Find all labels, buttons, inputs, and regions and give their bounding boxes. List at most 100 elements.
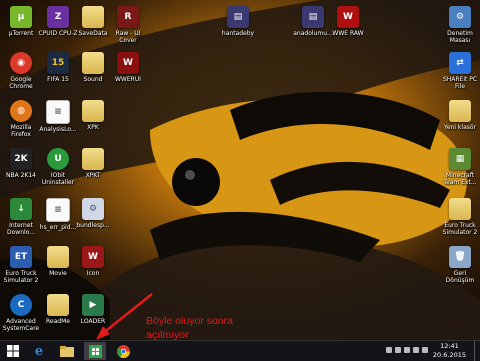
folder-glyph: [449, 100, 471, 122]
clock-time: 12:41: [440, 342, 459, 350]
tray-volume-icon[interactable]: [422, 347, 428, 353]
utorrent-glyph: µ: [10, 6, 32, 28]
icon-label: Sound: [83, 76, 103, 83]
document-glyph: ≡: [46, 100, 70, 124]
control-panel-icon[interactable]: ⚙ Denetim Masası: [442, 6, 478, 44]
firefox-icon[interactable]: ◍ Mozilla Firefox: [3, 100, 39, 138]
icon-label: Yeni klasör: [443, 124, 477, 131]
icon-label: Euro Truck Simulator 2: [3, 270, 39, 284]
savedata-folder-icon[interactable]: SaveData: [75, 6, 111, 37]
document-glyph: ▤: [227, 6, 249, 28]
icon-label: bundlesp...: [76, 222, 110, 229]
wwe-glyph: W: [337, 6, 359, 28]
folder-glyph: [82, 6, 104, 28]
wwe-raw-icon[interactable]: W WWE RAW: [330, 6, 366, 37]
trash-icon: 🗑: [449, 246, 471, 268]
folder-glyph: [82, 100, 104, 122]
tray-up-arrow-icon[interactable]: [386, 347, 392, 353]
tray-flag-icon[interactable]: [395, 347, 401, 353]
store-icon: [88, 344, 102, 358]
icon-label: XPKT: [85, 172, 101, 179]
windows-logo-icon: [7, 345, 19, 357]
sound-folder-icon[interactable]: Sound: [75, 52, 111, 83]
tray-battery-icon[interactable]: [404, 347, 410, 353]
nba2k14-icon[interactable]: 2K NBA 2K14: [3, 148, 39, 179]
system-tray[interactable]: [386, 347, 428, 353]
cpuid-glyph: Z: [47, 6, 69, 28]
readme-folder-icon[interactable]: ReadMe: [40, 294, 76, 325]
icon-label: anadolumu...: [293, 30, 333, 37]
annotation-line-1: Böyle oluyor sonra: [146, 315, 233, 327]
folder-glyph: [449, 198, 471, 220]
file-explorer-icon: [60, 345, 74, 357]
nba-glyph: 2K: [10, 148, 32, 170]
euro-truck-folder-icon[interactable]: Euro Truck Simulator 2: [442, 198, 478, 236]
download-icon: ↓: [10, 198, 32, 220]
euro-truck-simulator-icon[interactable]: ET Euro Truck Simulator 2: [3, 246, 39, 284]
wwe-glyph: W: [82, 246, 104, 268]
icon-label: Minecraft Team Ext...: [443, 172, 477, 186]
folder-glyph: [82, 148, 104, 170]
folder-glyph: [47, 246, 69, 268]
internet-explorer-icon: e: [34, 343, 44, 359]
show-desktop-button[interactable]: [474, 341, 480, 361]
taskbar-ie-button[interactable]: e: [28, 342, 50, 360]
idm-icon[interactable]: ↓ Internet Downlo...: [3, 198, 39, 236]
taskbar: e 12:41 20.6.2015: [0, 340, 480, 361]
start-button[interactable]: [2, 342, 24, 360]
shareit-icon[interactable]: ⇄ SHAREit PC File: [442, 52, 478, 90]
clock-date: 20.6.2015: [432, 351, 466, 359]
icon-label: SHAREit PC File: [442, 76, 478, 90]
fifa15-icon[interactable]: 15 FIFA 15: [40, 52, 76, 83]
raw-glyph: R: [117, 6, 139, 28]
minecraft-icon[interactable]: ▦ Minecraft Team Ext...: [442, 148, 478, 186]
folder-glyph: [47, 294, 69, 316]
truck-glyph: ET: [10, 246, 32, 268]
icon-label: WWE RAW: [332, 30, 364, 37]
taskbar-explorer-button[interactable]: [56, 342, 78, 360]
new-folder-icon[interactable]: Yeni klasör: [442, 100, 478, 131]
hs-err-pid-icon[interactable]: ≡ hs_err_pid...: [40, 198, 76, 231]
icon-shortcut-icon[interactable]: W Icon: [75, 246, 111, 277]
xpk-folder-icon[interactable]: XPK: [75, 100, 111, 131]
minecraft-glyph: ▦: [449, 148, 471, 170]
document-glyph: ▤: [302, 6, 324, 28]
settings-file-glyph: ⚙: [82, 198, 104, 220]
icon-label: Geri Dönüşüm Kutusu: [445, 270, 475, 284]
cpuid-icon[interactable]: Z CPUID CPU-Z: [39, 6, 77, 37]
icon-label: ReadMe: [46, 318, 70, 325]
tray-network-icon[interactable]: [413, 347, 419, 353]
chrome-icon: [116, 344, 130, 358]
shareit-glyph: ⇄: [449, 52, 471, 74]
chrome-desktop-icon[interactable]: ◉ Google Chrome: [3, 52, 39, 90]
gear-icon: ⚙: [449, 6, 471, 28]
icon-label: Movie: [49, 270, 67, 277]
recycle-bin-icon[interactable]: 🗑 Geri Dönüşüm Kutusu: [442, 246, 478, 284]
raw-ui-cover-icon[interactable]: R Raw - UI Cover: [110, 6, 146, 44]
document-glyph: ≡: [46, 198, 70, 222]
analysislog-icon[interactable]: ≡ AnalysisLo...: [39, 100, 77, 133]
icon-label: Advanced SystemCare 8: [2, 318, 40, 332]
bundlesp-icon[interactable]: ⚙ bundlesp...: [75, 198, 111, 229]
movie-folder-icon[interactable]: Movie: [40, 246, 76, 277]
icon-label: Icon: [86, 270, 100, 277]
anadolumu-icon[interactable]: ▤ anadolumu...: [293, 6, 333, 37]
hantadeby-icon[interactable]: ▤ hantadeby: [220, 6, 256, 37]
icon-label: Mozilla Firefox: [10, 124, 32, 138]
xpkt-folder-icon[interactable]: XPKT: [75, 148, 111, 179]
icon-label: AnalysisLo...: [39, 126, 77, 133]
taskbar-clock[interactable]: 12:41 20.6.2015: [433, 342, 466, 360]
icon-label: Internet Downlo...: [7, 222, 35, 236]
icon-label: IObit Uninstaller: [41, 172, 75, 186]
taskbar-store-button[interactable]: [84, 342, 106, 360]
icon-label: Denetim Masası: [447, 30, 473, 44]
systemcare-glyph: C: [10, 294, 32, 316]
utorrent-icon[interactable]: µ µTorrent: [3, 6, 39, 37]
wweriu-icon[interactable]: W WWERUI: [110, 52, 146, 83]
icon-label: Euro Truck Simulator 2: [442, 222, 478, 236]
advanced-systemcare-icon[interactable]: C Advanced SystemCare 8: [3, 294, 39, 332]
icon-label: Google Chrome: [9, 76, 33, 90]
taskbar-chrome-button[interactable]: [112, 342, 134, 360]
iobit-glyph: U: [47, 148, 69, 170]
iobit-uninstaller-icon[interactable]: U IObit Uninstaller: [40, 148, 76, 186]
